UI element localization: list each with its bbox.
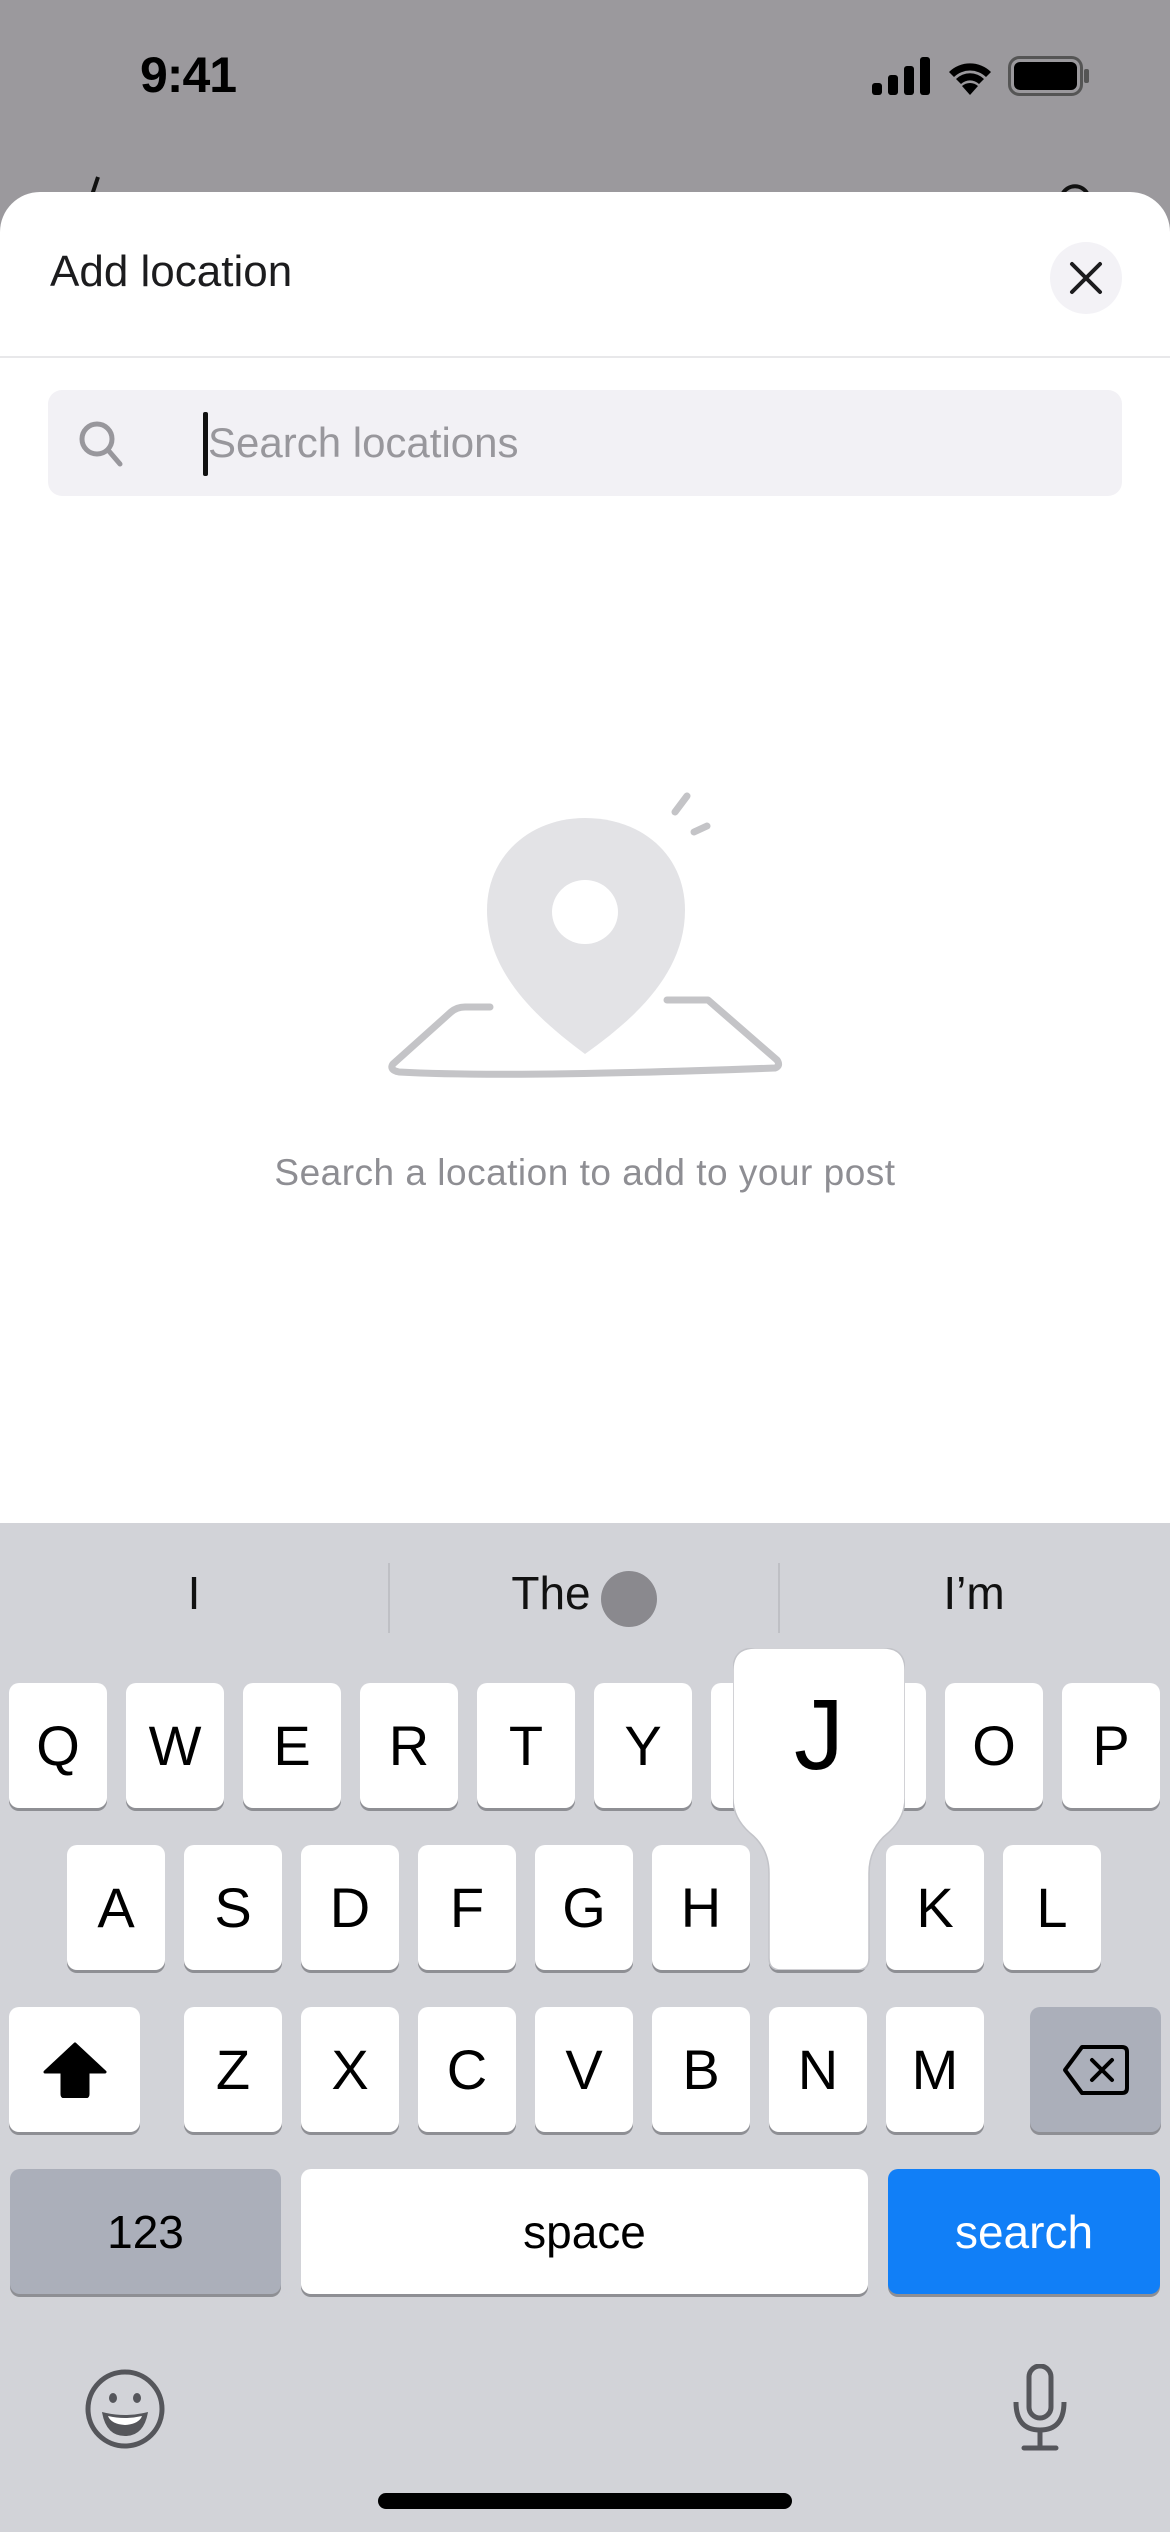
home-indicator[interactable]	[378, 2493, 792, 2509]
search-input[interactable]	[208, 390, 1088, 496]
key-f[interactable]: F	[418, 1845, 516, 1970]
prediction-label: I’m	[943, 1567, 1005, 1619]
close-button[interactable]	[1050, 242, 1122, 314]
key-v[interactable]: V	[535, 2007, 633, 2132]
pressed-key-label: J	[794, 1678, 844, 1791]
touch-indicator	[600, 1571, 657, 1627]
close-icon	[1070, 262, 1102, 294]
prediction-item[interactable]: The	[390, 1523, 778, 1663]
prediction-item[interactable]: I	[0, 1523, 388, 1663]
space-key[interactable]: space	[301, 2169, 868, 2294]
status-bar: 9:41	[0, 0, 1170, 150]
emoji-icon[interactable]	[84, 2368, 166, 2450]
shift-icon	[43, 2042, 106, 2098]
key-p[interactable]: P	[1062, 1683, 1160, 1808]
key-r[interactable]: R	[360, 1683, 458, 1808]
microphone-icon[interactable]	[1010, 2364, 1070, 2454]
key-z[interactable]: Z	[184, 2007, 282, 2132]
key-d[interactable]: D	[301, 1845, 399, 1970]
numbers-key[interactable]: 123	[10, 2169, 281, 2294]
search-field[interactable]	[48, 390, 1122, 496]
cellular-signal-icon	[872, 57, 930, 95]
map-pin-icon	[388, 792, 783, 1078]
wifi-icon	[949, 63, 991, 95]
key-b[interactable]: B	[652, 2007, 750, 2132]
key-t[interactable]: T	[477, 1683, 575, 1808]
delete-key[interactable]	[1030, 2007, 1161, 2132]
backspace-icon	[1062, 2044, 1129, 2095]
key-c[interactable]: C	[418, 2007, 516, 2132]
key-n[interactable]: N	[769, 2007, 867, 2132]
status-icons	[872, 56, 1090, 96]
key-e[interactable]: E	[243, 1683, 341, 1808]
key-a[interactable]: A	[67, 1845, 165, 1970]
key-s[interactable]: S	[184, 1845, 282, 1970]
empty-state-message: Search a location to add to your post	[274, 1152, 896, 1193]
shift-key[interactable]	[9, 2007, 140, 2132]
key-m[interactable]: M	[886, 2007, 984, 2132]
key-g[interactable]: G	[535, 1845, 633, 1970]
key-w[interactable]: W	[126, 1683, 224, 1808]
key-y[interactable]: Y	[594, 1683, 692, 1808]
prediction-label: The	[511, 1567, 591, 1619]
search-key[interactable]: search	[888, 2169, 1160, 2294]
key-x[interactable]: X	[301, 2007, 399, 2132]
sheet-title: Add location	[50, 247, 293, 296]
prediction-bar: I The I’m	[0, 1523, 1170, 1663]
key-l[interactable]: L	[1003, 1845, 1101, 1970]
sheet-header: Add location	[0, 192, 1170, 358]
battery-icon	[1008, 56, 1089, 96]
key-o[interactable]: O	[945, 1683, 1043, 1808]
status-time: 9:41	[140, 47, 237, 103]
prediction-label: I	[187, 1567, 201, 1619]
prediction-item[interactable]: I’m	[780, 1523, 1168, 1663]
search-icon	[79, 421, 123, 467]
key-q[interactable]: Q	[9, 1683, 107, 1808]
